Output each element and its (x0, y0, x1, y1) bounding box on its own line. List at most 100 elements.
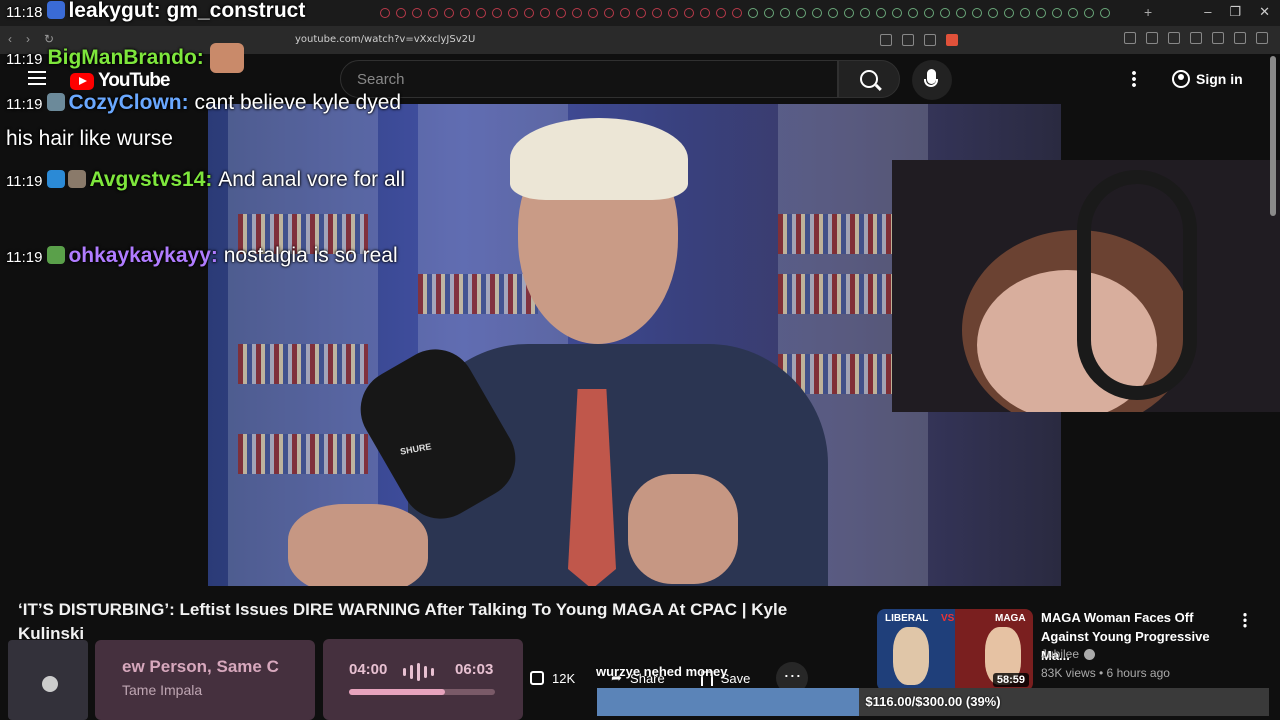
mini-camera-object (42, 676, 58, 692)
pinned-tab-icon[interactable] (940, 8, 950, 18)
address-actions (880, 34, 958, 46)
voice-search-button[interactable] (912, 60, 952, 100)
pinned-tab-icon[interactable] (924, 8, 934, 18)
recommendation-channel[interactable]: Jubilee (1041, 647, 1096, 661)
donation-goal-label: $116.00/$300.00 (39%) (865, 694, 1001, 709)
extension-toolbar (1124, 32, 1268, 44)
menu-icon[interactable] (1256, 32, 1268, 44)
like-count: 12K (552, 670, 576, 686)
pinned-tab-icon[interactable] (1020, 8, 1030, 18)
pinned-tab-icon[interactable] (700, 8, 710, 18)
chat-message: 11:18 leakygut: gm_construct (6, 0, 306, 22)
new-tab-icon[interactable]: + (1144, 4, 1152, 20)
pinned-tab-icon[interactable] (460, 8, 470, 18)
chat-time: 11:18 (6, 4, 43, 21)
pinned-tab-icon[interactable] (732, 8, 742, 18)
pinned-tab-icon[interactable] (428, 8, 438, 18)
microphone-stand (924, 79, 938, 87)
pinned-tab-icon[interactable] (1052, 8, 1062, 18)
audio-wave-icon (403, 663, 434, 681)
pinned-tab-icon[interactable] (844, 8, 854, 18)
pinned-tab-icon[interactable] (652, 8, 662, 18)
pinned-tab-icon[interactable] (796, 8, 806, 18)
pinned-tab-icon[interactable] (1036, 8, 1046, 18)
pinned-tab-icon[interactable] (572, 8, 582, 18)
pinned-tab-icon[interactable] (716, 8, 726, 18)
pinned-tab-icon[interactable] (908, 8, 918, 18)
pinned-tab-icon[interactable] (588, 8, 598, 18)
pinned-tab-icon[interactable] (876, 8, 886, 18)
restore-icon[interactable]: ❐ (1229, 4, 1241, 20)
pinned-tab-icon[interactable] (636, 8, 646, 18)
pinned-tab-icon[interactable] (620, 8, 630, 18)
chat-time: 11:19 (6, 51, 43, 68)
pinned-tab-icon[interactable] (764, 8, 774, 18)
channel-name: Jubilee (1041, 647, 1080, 661)
vpn-icon[interactable] (1234, 32, 1246, 44)
pinned-tab-icon[interactable] (828, 8, 838, 18)
music-progress-card: 04:00 06:03 (323, 639, 523, 720)
recommendation-menu-icon[interactable] (1243, 612, 1247, 628)
sign-in-button[interactable]: Sign in (1160, 62, 1255, 96)
streamer-facecam (892, 160, 1280, 412)
books (418, 274, 538, 314)
search-button[interactable] (838, 60, 900, 98)
total-time: 06:03 (455, 661, 494, 678)
host-hand (288, 504, 428, 586)
cast-icon[interactable] (880, 34, 892, 46)
pinned-tab-icon[interactable] (972, 8, 982, 18)
extension-icon[interactable] (1146, 32, 1158, 44)
chat-username: CozyClown (68, 91, 182, 114)
pinned-tab-icon[interactable] (556, 8, 566, 18)
elapsed-time: 04:00 (349, 661, 388, 678)
sign-in-label: Sign in (1196, 71, 1243, 87)
pinned-tab-icon[interactable] (540, 8, 550, 18)
pinned-tab-icon[interactable] (684, 8, 694, 18)
song-artist: Tame Impala (122, 682, 203, 698)
pinned-tab-icon[interactable] (1004, 8, 1014, 18)
headphones (1077, 170, 1197, 400)
books (238, 434, 368, 474)
pinned-tab-icon[interactable] (1068, 8, 1078, 18)
pinned-tab-icon[interactable] (524, 8, 534, 18)
pinned-tab-icon[interactable] (476, 8, 486, 18)
chat-time: 11:19 (6, 96, 43, 113)
books (238, 344, 368, 384)
close-icon[interactable]: ✕ (1259, 4, 1270, 20)
page-scrollbar[interactable] (1270, 56, 1276, 216)
search-icon (860, 70, 878, 88)
zoom-icon[interactable] (902, 34, 914, 46)
brave-shield-icon[interactable] (946, 34, 958, 46)
minimize-icon[interactable]: – (1204, 4, 1211, 20)
pinned-tab-icon[interactable] (492, 8, 502, 18)
pinned-tab-icon[interactable] (508, 8, 518, 18)
pinned-tab-icon[interactable] (892, 8, 902, 18)
pinned-tab-icon[interactable] (812, 8, 822, 18)
pinned-tab-icon[interactable] (780, 8, 790, 18)
pinned-tab-icon[interactable] (748, 8, 758, 18)
chat-time: 11:19 (6, 249, 43, 266)
pinned-tab-icon[interactable] (860, 8, 870, 18)
share-page-icon[interactable] (924, 34, 936, 46)
recommendation-thumbnail[interactable]: LIBERAL VS MAGA 58:59 (877, 609, 1033, 691)
chat-username: BigManBrando (47, 46, 197, 69)
settings-kebab-icon[interactable] (1132, 70, 1136, 88)
like-button[interactable]: 12K (520, 666, 585, 691)
sidebar-icon[interactable] (1190, 32, 1202, 44)
wallet-icon[interactable] (1212, 32, 1224, 44)
pinned-tab-icon[interactable] (1084, 8, 1094, 18)
pinned-tab-icon[interactable] (444, 8, 454, 18)
song-progress-fill (349, 689, 446, 695)
pinned-tab-icon[interactable] (956, 8, 966, 18)
verified-icon (1084, 648, 1096, 660)
media-icon[interactable] (1168, 32, 1180, 44)
extension-icon[interactable] (1124, 32, 1136, 44)
chat-badge-icon (47, 93, 66, 111)
pinned-tabs[interactable] (380, 8, 1110, 18)
chat-message: 11:19 ohkaykaykayy: nostalgia is so real (6, 244, 398, 267)
pinned-tab-icon[interactable] (668, 8, 678, 18)
pinned-tab-icon[interactable] (604, 8, 614, 18)
pinned-tab-icon[interactable] (1100, 8, 1110, 18)
chat-emote-icon (209, 43, 244, 74)
pinned-tab-icon[interactable] (988, 8, 998, 18)
